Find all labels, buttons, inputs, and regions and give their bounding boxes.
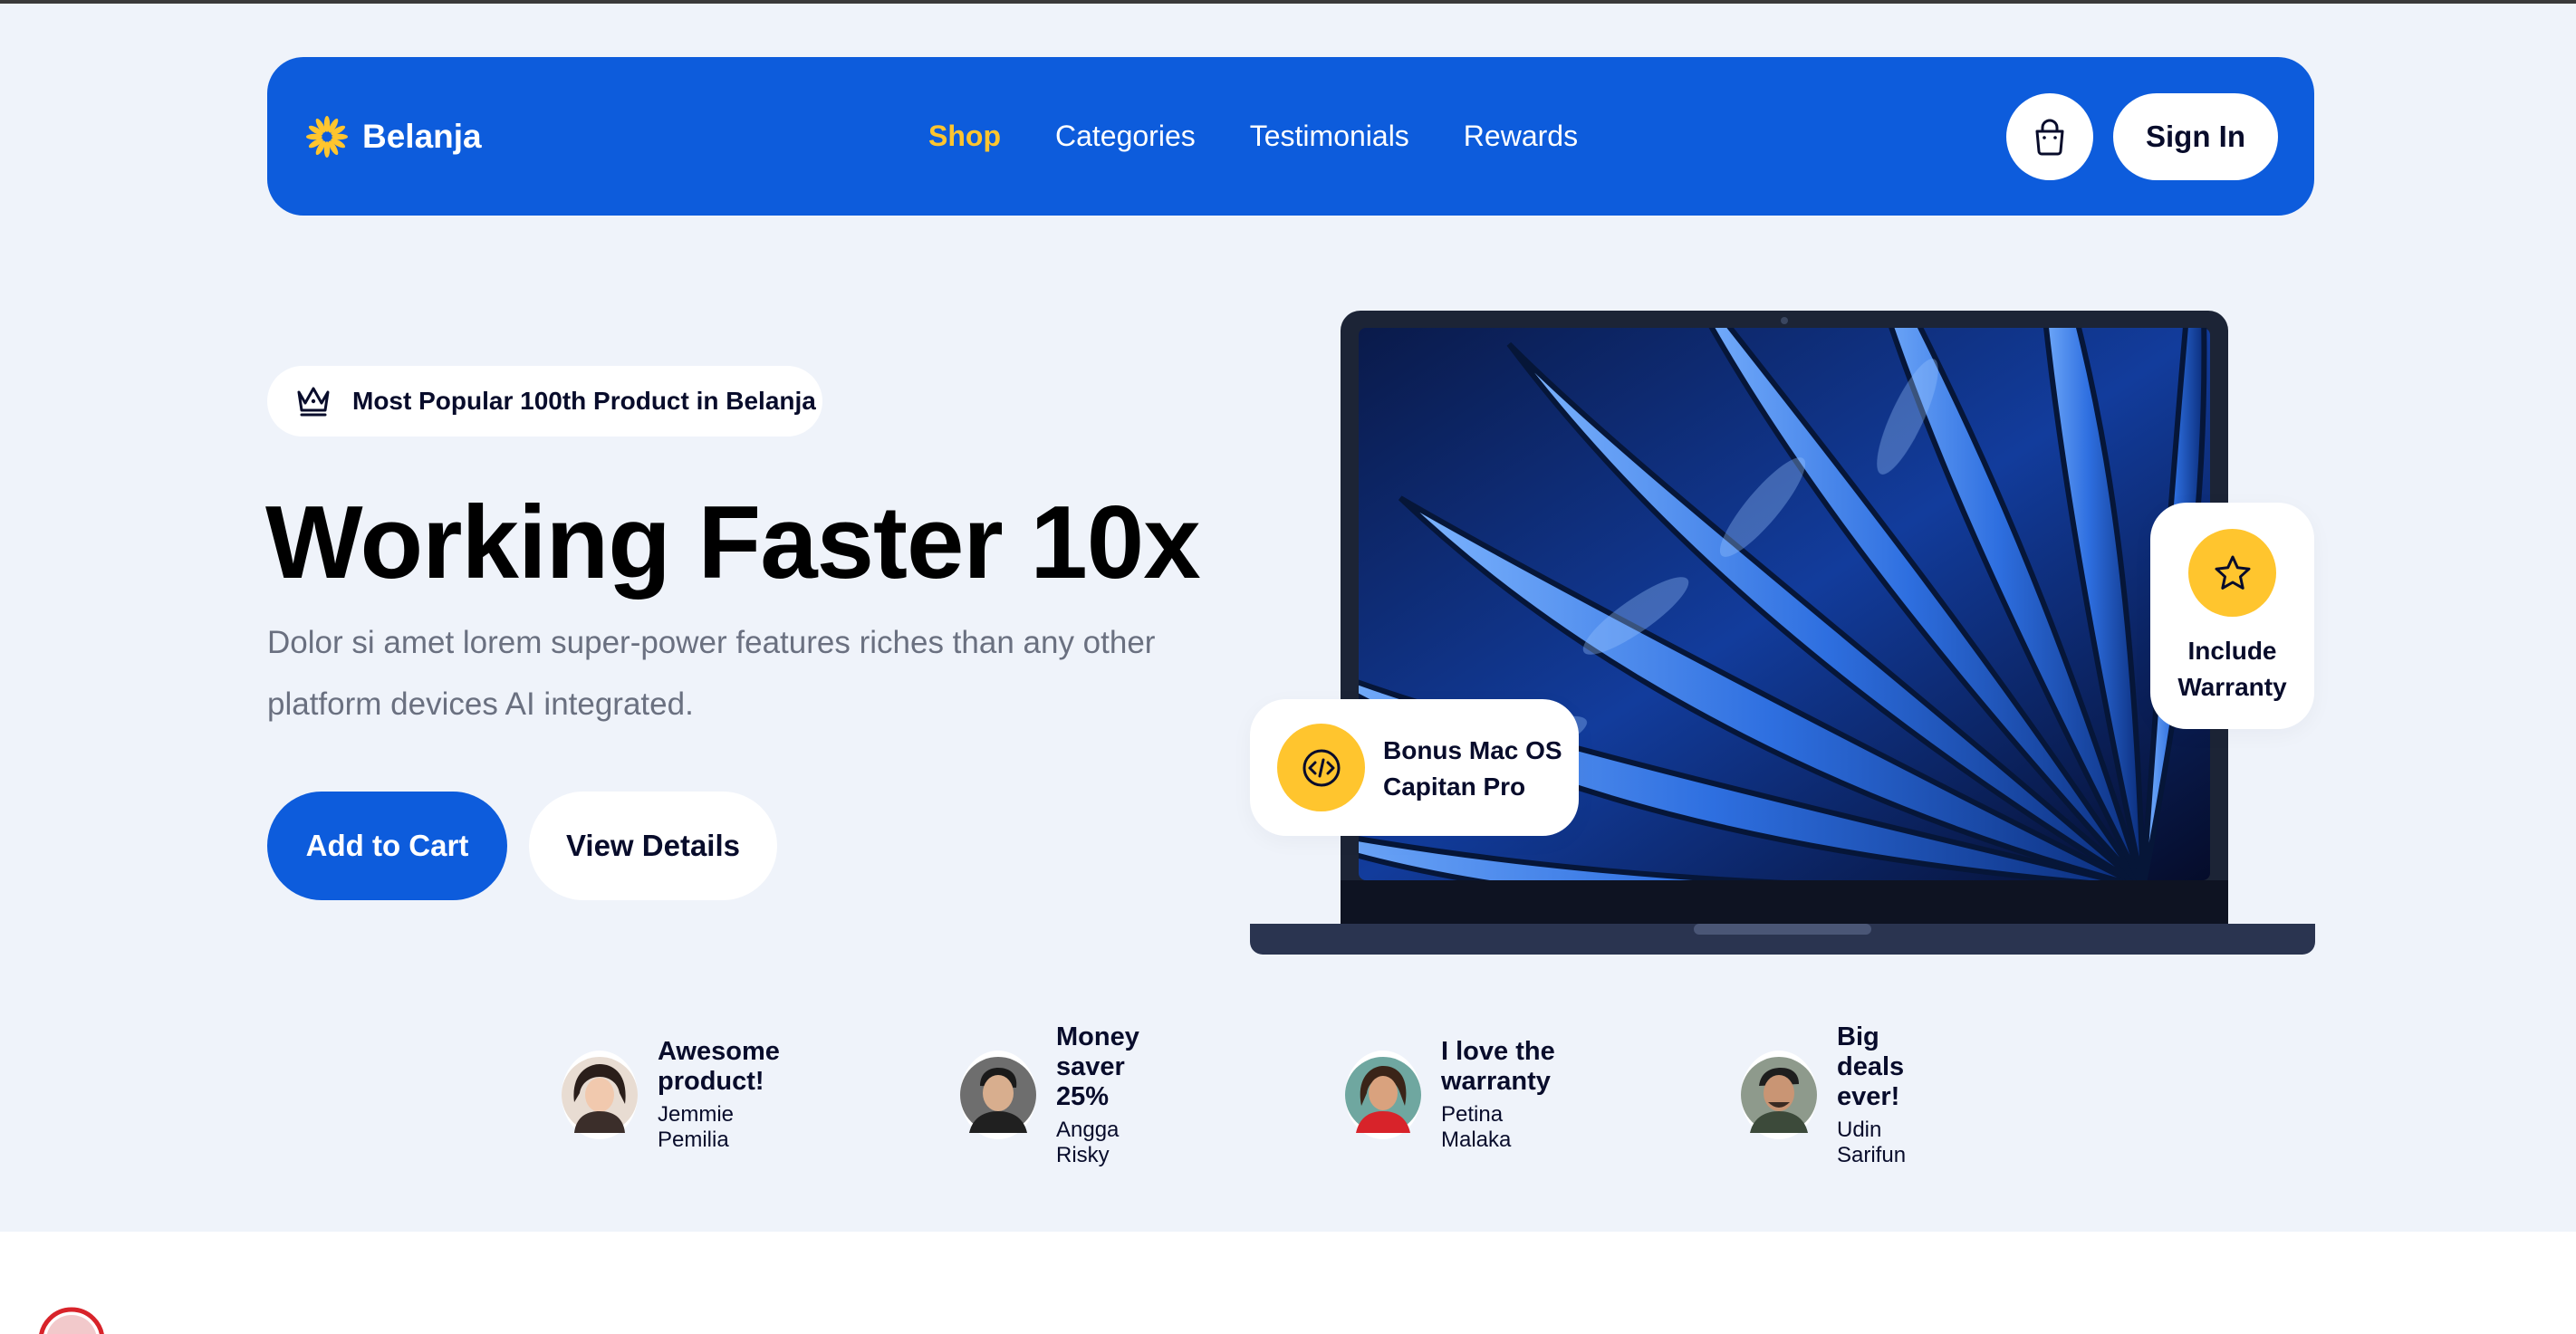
testimonial-item: Big deals ever! Udin Sarifun — [1741, 1022, 1918, 1167]
next-section-icon — [39, 1307, 104, 1334]
nav-link-rewards[interactable]: Rewards — [1464, 120, 1578, 153]
bonus-line-1: Bonus Mac OS — [1383, 736, 1562, 764]
view-details-button[interactable]: View Details — [529, 792, 777, 900]
avatar-photo — [1345, 1057, 1421, 1133]
testimonial-author: Udin Sarifun — [1837, 1117, 1907, 1167]
nav-link-shop[interactable]: Shop — [928, 120, 1001, 153]
add-to-cart-button[interactable]: Add to Cart — [267, 792, 507, 900]
nav-link-categories[interactable]: Categories — [1055, 120, 1196, 153]
avatar — [1741, 1051, 1817, 1139]
shopping-bag-icon — [2035, 119, 2064, 156]
brand-name: Belanja — [362, 117, 482, 155]
popular-badge: Most Popular 100th Product in Belanja — [267, 366, 822, 437]
badge-text: Most Popular 100th Product in Belanja — [352, 387, 816, 415]
brand[interactable]: Belanja — [304, 57, 482, 216]
nav-links: Shop Categories Testimonials Rewards — [928, 57, 1578, 216]
nav-link-testimonials[interactable]: Testimonials — [1250, 120, 1409, 153]
testimonial-quote: Awesome product! — [658, 1037, 780, 1096]
avatar — [960, 1051, 1036, 1139]
warranty-line-1: Include — [2187, 637, 2277, 665]
avatar-photo — [1741, 1057, 1817, 1133]
bonus-card: Bonus Mac OS Capitan Pro — [1250, 699, 1579, 836]
testimonial-quote: I love the warranty — [1441, 1037, 1555, 1096]
testimonial-item: Awesome product! Jemmie Pemilia — [562, 1037, 793, 1152]
star-icon — [2215, 555, 2250, 590]
bonus-line-2: Capitan Pro — [1383, 773, 1526, 801]
sun-flower-icon — [306, 115, 348, 158]
testimonial-quote: Big deals ever! — [1837, 1022, 1905, 1111]
star-icon-circle — [2188, 529, 2276, 617]
avatar-photo — [960, 1057, 1036, 1133]
testimonial-author: Angga Risky — [1056, 1117, 1120, 1167]
testimonial-item: I love the warranty Petina Malaka — [1345, 1037, 1563, 1152]
sign-in-button[interactable]: Sign In — [2113, 93, 2278, 180]
testimonial-author: Jemmie Pemilia — [658, 1102, 735, 1152]
testimonial-author: Petina Malaka — [1441, 1102, 1512, 1152]
navbar: Belanja Shop Categories Testimonials Rew… — [267, 57, 2314, 216]
testimonial-quote: Money saver 25% — [1056, 1022, 1139, 1111]
hero-subtitle: Dolor si amet lorem super-power features… — [267, 625, 1156, 722]
crown-icon — [297, 387, 330, 417]
avatar — [1345, 1051, 1421, 1139]
warranty-card: Include Warranty — [2150, 503, 2314, 729]
avatar — [562, 1051, 638, 1139]
code-icon-circle — [1277, 724, 1365, 811]
code-icon — [1302, 749, 1340, 786]
testimonial-item: Money saver 25% Angga Risky — [960, 1022, 1152, 1167]
hero-title: Working Faster 10x — [265, 485, 1201, 600]
avatar-photo — [562, 1057, 638, 1133]
cart-button[interactable] — [2006, 93, 2093, 180]
warranty-line-2: Warranty — [2177, 673, 2287, 701]
